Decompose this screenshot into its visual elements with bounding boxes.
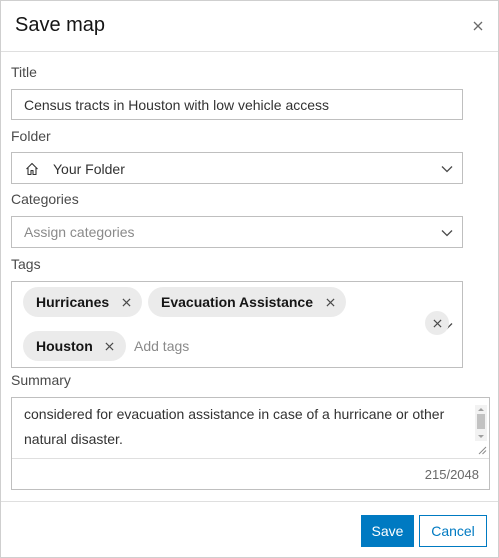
summary-label: Summary	[11, 372, 71, 388]
title-input-value: Census tracts in Houston with low vehicl…	[24, 97, 330, 113]
tags-label: Tags	[11, 256, 41, 272]
tag-label: Evacuation Assistance	[161, 294, 313, 310]
categories-label: Categories	[11, 191, 79, 207]
title-label: Title	[11, 64, 37, 80]
dialog-header: Save map	[1, 1, 498, 52]
summary-textarea[interactable]: considered for evacuation assistance in …	[11, 397, 490, 490]
summary-scrollbar[interactable]	[475, 405, 487, 441]
chevron-down-icon	[441, 166, 453, 173]
tag-label: Hurricanes	[36, 294, 110, 310]
folder-label: Folder	[11, 128, 51, 144]
summary-footer: 215/2048	[12, 458, 489, 489]
tag-chip: Houston	[23, 331, 126, 361]
categories-placeholder: Assign categories	[24, 224, 135, 240]
title-input[interactable]: Census tracts in Houston with low vehicl…	[11, 89, 463, 120]
clear-tags-button[interactable]	[425, 311, 449, 335]
close-icon	[105, 341, 114, 351]
tag-label: Houston	[36, 338, 93, 354]
chevron-down-icon	[441, 230, 453, 237]
close-icon	[325, 297, 335, 307]
remove-tag-button[interactable]	[104, 340, 116, 352]
close-icon	[432, 318, 442, 328]
dialog-footer: Save Cancel	[1, 501, 498, 557]
folder-select-value: Your Folder	[53, 161, 125, 177]
home-icon	[26, 162, 38, 176]
add-tags-placeholder[interactable]: Add tags	[134, 338, 189, 354]
close-icon	[122, 297, 131, 307]
tags-input[interactable]: Hurricanes Evacuation Assistance Houston	[11, 281, 463, 368]
remove-tag-button[interactable]	[324, 296, 336, 308]
folder-select[interactable]: Your Folder	[11, 152, 463, 184]
cancel-button[interactable]: Cancel	[419, 515, 487, 547]
save-map-dialog: Save map Title Census tracts in Houston …	[0, 0, 499, 558]
character-count: 215/2048	[424, 467, 479, 482]
tag-chip: Evacuation Assistance	[148, 287, 346, 317]
tag-chip: Hurricanes	[23, 287, 143, 317]
close-button[interactable]	[468, 16, 488, 36]
folder-dropdown-toggle[interactable]	[440, 162, 454, 176]
categories-dropdown-toggle[interactable]	[440, 226, 454, 240]
remove-tag-button[interactable]	[120, 296, 132, 308]
dialog-title: Save map	[15, 14, 106, 36]
close-icon	[473, 21, 483, 31]
categories-select[interactable]: Assign categories	[11, 216, 463, 248]
resize-handle-icon[interactable]	[477, 445, 487, 455]
save-button[interactable]: Save	[361, 515, 414, 547]
summary-text: considered for evacuation assistance in …	[24, 406, 445, 447]
